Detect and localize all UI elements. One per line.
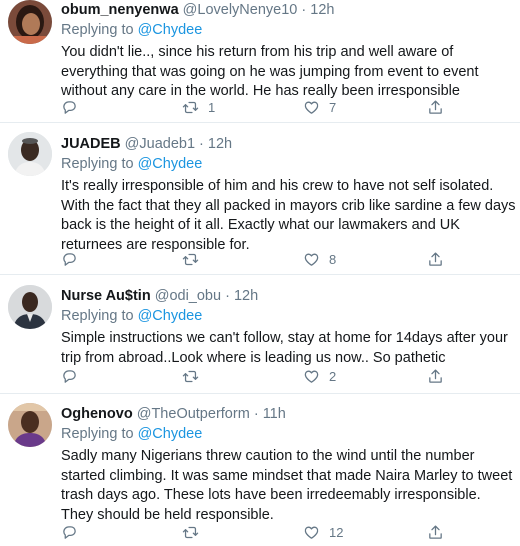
replying-to-label: Replying to [61,22,134,38]
separator-dot: · [225,288,230,304]
timestamp[interactable]: 12h [208,136,232,152]
display-name[interactable]: Nurse Au$tin [61,288,151,304]
retweet-button[interactable]: 1 [182,97,215,117]
reply-icon [63,525,76,539]
like-button[interactable]: 12 [303,522,343,542]
replying-to: Replying to @Chydee [61,154,516,174]
tweet[interactable]: JUADEB @Juadeb1 · 12h Replying to @Chyde… [0,123,520,275]
retweet-icon [182,526,199,538]
separator-dot: · [301,2,307,18]
like-button[interactable]: 7 [303,97,336,117]
replying-to-label: Replying to [61,156,134,172]
like-button[interactable]: 2 [303,366,336,386]
mention-link[interactable]: @Chydee [138,22,203,38]
user-handle[interactable]: @TheOutperform [137,406,250,422]
tweet[interactable]: Oghenovo @TheOutperform · 11h Replying t… [0,394,520,546]
mention-link[interactable]: @Chydee [138,308,203,324]
like-count: 7 [329,99,337,115]
user-handle[interactable]: @Juadeb1 [125,136,195,152]
retweet-icon [182,370,199,382]
replying-to: Replying to @Chydee [61,424,516,444]
avatar[interactable] [8,285,52,329]
reply-icon [63,252,76,266]
tweet-text: Simple instructions we can't follow, sta… [61,330,508,366]
avatar[interactable] [8,0,52,44]
like-count: 8 [329,251,337,267]
share-icon [429,524,442,539]
timestamp[interactable]: 12h [234,288,258,304]
like-count: 12 [329,524,344,540]
heart-icon [304,101,319,114]
share-button[interactable] [427,366,444,386]
heart-icon [304,370,319,383]
like-button[interactable]: 8 [303,249,336,269]
avatar[interactable] [8,132,52,176]
tweet-text: Sadly many Nigerians threw caution to th… [61,448,513,523]
mention-link[interactable]: @Chydee [138,426,203,442]
timestamp[interactable]: 12h [310,2,334,18]
tweet[interactable]: Nurse Au$tin @odi_obu · 12h Replying to … [0,275,520,394]
display-name[interactable]: obum_nenyenwa [61,2,179,18]
heart-icon [304,253,319,266]
share-button[interactable] [427,522,444,542]
display-name[interactable]: JUADEB [61,136,121,152]
replying-to: Replying to @Chydee [61,20,516,40]
mention-link[interactable]: @Chydee [138,156,203,172]
retweet-button[interactable] [182,249,208,269]
separator-dot: · [199,136,204,152]
like-count: 2 [329,368,337,384]
share-button[interactable] [427,249,444,269]
retweet-icon [182,101,199,113]
share-icon [429,99,442,114]
avatar[interactable] [8,403,52,447]
tweet-text: It's really irresponsible of him and his… [61,178,516,253]
user-handle[interactable]: @odi_obu [155,288,221,304]
heart-icon [304,526,319,539]
replying-to: Replying to @Chydee [61,306,516,326]
tweet-text: You didn't lie.., since his return from … [61,44,479,99]
replying-to-label: Replying to [61,426,134,442]
retweet-button[interactable] [182,522,208,542]
reply-icon [63,100,76,114]
user-handle[interactable]: @LovelyNenye10 [183,2,298,18]
tweet[interactable]: obum_nenyenwa @LovelyNenye10 · 12h Reply… [0,0,520,123]
reply-icon [63,369,76,383]
display-name[interactable]: Oghenovo [61,406,133,422]
share-icon [429,368,442,383]
replying-to-label: Replying to [61,308,134,324]
reply-button[interactable] [61,249,87,269]
share-icon [429,251,442,266]
retweet-icon [182,253,199,265]
reply-button[interactable] [61,97,87,117]
reply-button[interactable] [61,366,87,386]
retweet-button[interactable] [182,366,208,386]
share-button[interactable] [427,97,444,117]
reply-button[interactable] [61,522,87,542]
timestamp[interactable]: 11h [263,406,286,422]
separator-dot: · [253,406,259,422]
retweet-count: 1 [208,99,216,115]
